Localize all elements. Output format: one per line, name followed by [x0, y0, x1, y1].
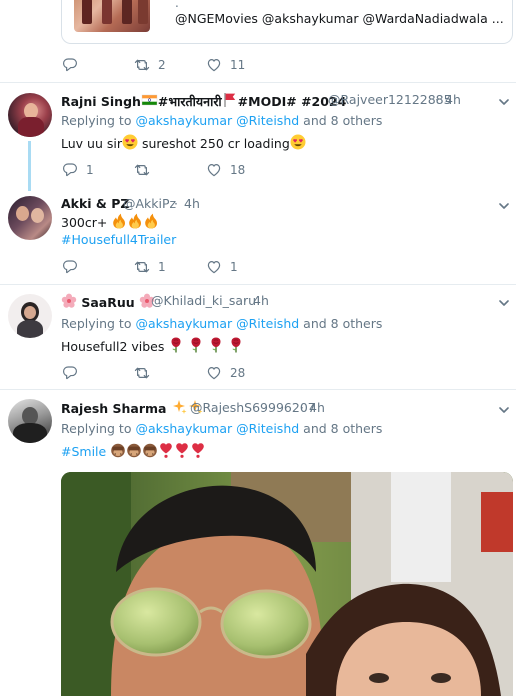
mention-link[interactable]: @akshaykumar @Riteishd: [135, 421, 299, 436]
avatar[interactable]: [8, 399, 52, 443]
hashtag-link[interactable]: #Housefull4Trailer: [61, 232, 176, 247]
chevron-down-icon[interactable]: [499, 97, 509, 107]
timestamp[interactable]: 4h: [253, 293, 269, 308]
tweet-text: 300cr+: [61, 213, 159, 230]
like-icon: [207, 164, 221, 177]
heart-exclamation-emoji: [176, 443, 189, 458]
timestamp[interactable]: 4h: [445, 92, 461, 107]
retweet-button[interactable]: 2: [134, 57, 166, 73]
timestamp-sep: ·: [435, 92, 439, 107]
heart-exclamation-emoji: [192, 443, 205, 458]
reply-icon: [62, 260, 78, 274]
avatar[interactable]: [8, 196, 52, 240]
heart-exclamation-emoji: [160, 443, 173, 458]
display-name[interactable]: Rajesh Sharma: [61, 399, 203, 416]
user-handle[interactable]: @AkkiPz: [123, 196, 176, 211]
others-link[interactable]: and 8 others: [303, 316, 382, 331]
see-no-evil-monkey-emoji: [111, 443, 126, 458]
like-button[interactable]: 28: [206, 365, 245, 381]
tweet-photo[interactable]: [61, 472, 513, 696]
retweet-icon: [134, 59, 150, 71]
reply-count: 1: [86, 163, 94, 177]
retweet-icon: [134, 367, 150, 379]
like-icon: [207, 367, 221, 380]
rose-emoji: [171, 337, 182, 353]
rose-emoji: [191, 337, 202, 353]
replying-to: Replying to @akshaykumar @Riteishd and 8…: [61, 113, 383, 128]
timestamp[interactable]: 4h: [184, 196, 200, 211]
divider: [0, 82, 516, 83]
fire-emoji: [129, 213, 142, 229]
like-icon: [207, 59, 221, 72]
cherry-blossom-emoji: [61, 293, 77, 308]
india-flag-icon: [141, 94, 158, 106]
see-no-evil-monkey-emoji: [143, 443, 158, 458]
like-count: 28: [230, 366, 246, 380]
reply-button[interactable]: 1: [62, 162, 94, 178]
chevron-down-icon[interactable]: [499, 298, 509, 308]
like-button[interactable]: 11: [206, 57, 245, 73]
fire-emoji: [145, 213, 158, 229]
chevron-down-icon[interactable]: [499, 201, 509, 211]
others-link[interactable]: and 8 others: [303, 113, 382, 128]
like-button[interactable]: 1: [206, 259, 238, 275]
timestamp-sep: ·: [243, 293, 247, 308]
sparkles-emoji: [172, 400, 187, 414]
red-flag-icon: [224, 92, 236, 108]
retweet-icon: [134, 261, 150, 273]
retweet-button[interactable]: [134, 365, 150, 381]
photo-image: [61, 472, 513, 696]
card-dot: .: [175, 0, 179, 10]
card-text: @NGEMovies @akshaykumar @WardaNadiadwala…: [175, 11, 504, 26]
link-preview-card[interactable]: . @NGEMovies @akshaykumar @WardaNadiadwa…: [61, 0, 513, 44]
avatar[interactable]: [8, 93, 52, 137]
display-name[interactable]: Akki & PZ: [61, 196, 129, 211]
retweet-button[interactable]: [134, 162, 150, 178]
user-handle[interactable]: @Khiladi_ki_saru: [151, 293, 256, 308]
display-name[interactable]: SaaRuu: [61, 293, 155, 310]
hashtag-link[interactable]: #Smile: [61, 444, 106, 459]
reply-button[interactable]: [62, 259, 78, 275]
user-handle[interactable]: @Rajveer12122885: [328, 92, 452, 107]
retweet-count: 2: [158, 58, 166, 72]
chevron-down-icon[interactable]: [499, 405, 509, 415]
display-name[interactable]: Rajni Singh #भारतीयनारी #MODI# #2024: [61, 92, 346, 110]
replying-to: Replying to @akshaykumar @Riteishd and 8…: [61, 316, 383, 331]
like-icon: [207, 261, 221, 274]
replying-to: Replying to @akshaykumar @Riteishd and 8…: [61, 421, 383, 436]
reply-icon: [62, 58, 78, 72]
tweet-text: #Smile: [61, 442, 206, 459]
see-no-evil-monkey-emoji: [127, 443, 142, 458]
like-button[interactable]: 18: [206, 162, 245, 178]
fire-emoji: [113, 213, 126, 229]
rose-emoji: [211, 337, 222, 353]
timestamp-sep: ·: [300, 400, 304, 415]
reply-button[interactable]: [62, 365, 78, 381]
timestamp-sep: ·: [174, 196, 178, 211]
reply-icon: [62, 366, 78, 380]
retweet-count: 1: [158, 260, 166, 274]
mention-link[interactable]: @akshaykumar @Riteishd: [135, 113, 299, 128]
divider: [0, 284, 516, 285]
rose-emoji: [231, 337, 242, 353]
mention-link[interactable]: @akshaykumar @Riteishd: [135, 316, 299, 331]
user-handle[interactable]: @RajeshS69996207: [190, 400, 316, 415]
retweet-icon: [134, 164, 150, 176]
reply-icon: [62, 163, 78, 177]
thread-line: [28, 141, 31, 191]
heart-eyes-emoji: [122, 134, 138, 150]
like-count: 1: [230, 260, 238, 274]
tweet-text: Housefull2 vibes: [61, 337, 244, 354]
retweet-button[interactable]: 1: [134, 259, 166, 275]
tweet-text: Luv uu sir sureshot 250 cr loading: [61, 134, 306, 151]
reply-button[interactable]: [62, 57, 78, 73]
heart-eyes-emoji: [290, 134, 306, 150]
divider: [0, 389, 516, 390]
like-count: 18: [230, 163, 246, 177]
like-count: 11: [230, 58, 246, 72]
others-link[interactable]: and 8 others: [303, 421, 382, 436]
card-thumbnail: [74, 0, 150, 32]
avatar[interactable]: [8, 294, 52, 338]
timestamp[interactable]: 4h: [309, 400, 325, 415]
